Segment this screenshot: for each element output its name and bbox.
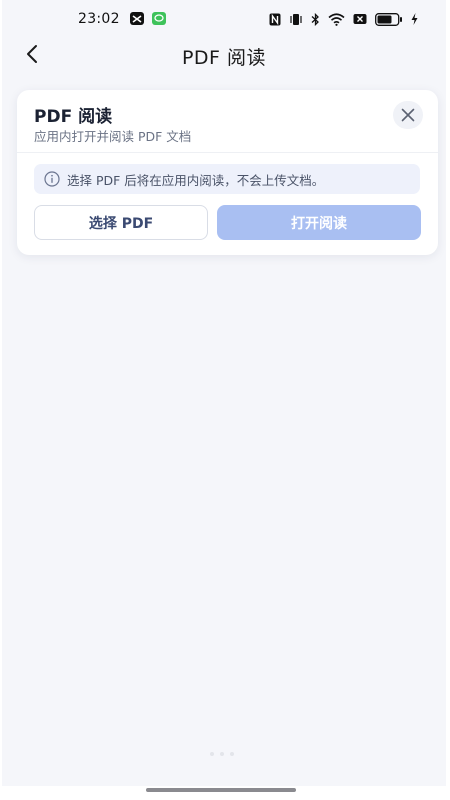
pdf-reader-card: PDF 阅读 应用内打开并阅读 PDF 文档 选择 PDF 后将在应用内阅读，不… <box>17 90 438 255</box>
status-icons <box>269 11 418 27</box>
page-indicator <box>210 752 234 756</box>
capcut-icon <box>130 12 144 25</box>
notice-text: 选择 PDF 后将在应用内阅读，不会上传文档。 <box>67 172 325 188</box>
info-icon <box>44 171 60 187</box>
nfc-icon <box>269 13 281 26</box>
page-dot <box>220 752 224 756</box>
page-dot <box>210 752 214 756</box>
card-title: PDF 阅读 <box>34 107 113 127</box>
vibrate-icon <box>289 13 303 26</box>
charging-icon <box>411 13 418 25</box>
nav-bar: PDF 阅读 <box>2 36 446 72</box>
select-pdf-button[interactable]: 选择 PDF <box>34 205 208 240</box>
home-indicator[interactable] <box>146 788 296 792</box>
open-read-button[interactable]: 打开阅读 <box>217 205 421 240</box>
divider <box>17 152 438 153</box>
message-icon <box>152 12 166 25</box>
close-icon <box>401 108 415 122</box>
card-subtitle: 应用内打开并阅读 PDF 文档 <box>34 129 192 144</box>
app-screen: 23:02 PDF 阅读 PDF 阅读 应用内打开并阅读 PDF 文档 选择 P… <box>2 0 446 786</box>
battery-icon <box>375 12 403 26</box>
status-bar: 23:02 <box>2 0 446 38</box>
notice-banner: 选择 PDF 后将在应用内阅读，不会上传文档。 <box>34 164 420 194</box>
page-dot <box>230 752 234 756</box>
bluetooth-icon <box>311 12 320 26</box>
wifi-icon <box>328 12 345 26</box>
sim-off-icon <box>353 13 367 25</box>
status-time: 23:02 <box>78 11 120 27</box>
page-title: PDF 阅读 <box>181 47 267 69</box>
close-button[interactable] <box>393 101 423 129</box>
